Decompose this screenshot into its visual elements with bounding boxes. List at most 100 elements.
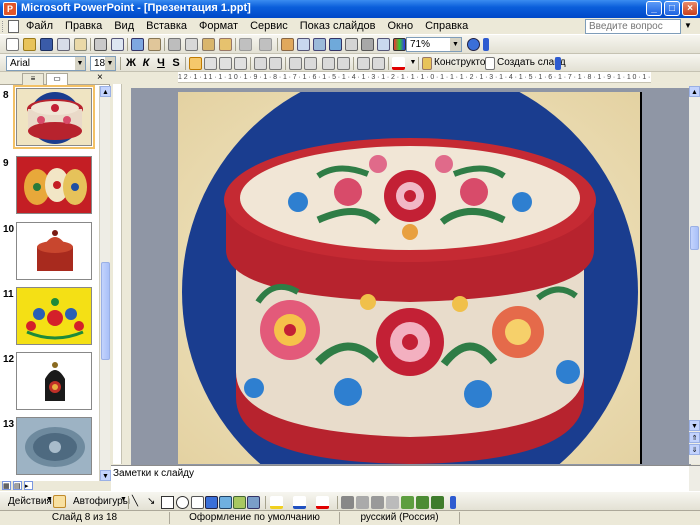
select-objects-icon[interactable] — [53, 495, 66, 508]
rectangle-icon[interactable] — [161, 496, 174, 509]
bullets-icon[interactable] — [269, 57, 282, 70]
superscript-icon[interactable] — [289, 57, 302, 70]
new-slide-icon[interactable] — [485, 57, 495, 70]
new-document-icon[interactable] — [6, 38, 19, 51]
menu-slideshow[interactable]: Показ слайдов — [300, 20, 376, 32]
help-icon[interactable] — [467, 38, 480, 51]
3d-settings-icon[interactable] — [416, 496, 429, 509]
scroll-up-icon[interactable]: ▲ — [100, 86, 111, 97]
bold-button[interactable]: Ж — [124, 56, 138, 70]
menu-format[interactable]: Формат — [199, 20, 238, 32]
slide-thumbnail-11[interactable] — [16, 287, 92, 345]
slide-thumbnail-8[interactable] — [13, 85, 95, 149]
notes-pane[interactable]: Заметки к слайду — [111, 465, 700, 492]
font-select[interactable]: Arial ▼ — [6, 56, 86, 71]
grid-icon[interactable] — [377, 38, 390, 51]
font-size-select[interactable]: 18 ▼ — [90, 56, 116, 71]
actions-dropdown-icon[interactable]: ▼ — [46, 496, 53, 503]
menu-insert[interactable]: Вставка — [146, 20, 187, 32]
document-icon[interactable] — [8, 20, 19, 33]
dash-style-icon[interactable] — [356, 496, 369, 509]
print-preview-icon[interactable] — [111, 38, 124, 51]
menu-tools[interactable]: Сервис — [250, 20, 288, 32]
slide-sorter-view-icon[interactable]: ▤ — [13, 481, 22, 490]
slide-thumbnail-13[interactable] — [16, 417, 92, 475]
color-grayscale-icon[interactable] — [393, 38, 406, 51]
slideshow-view-icon[interactable]: ▸ — [24, 481, 33, 490]
menu-window[interactable]: Окно — [388, 20, 414, 32]
designer-icon[interactable] — [422, 57, 432, 70]
justify-icon[interactable] — [234, 57, 247, 70]
undo-icon[interactable] — [239, 38, 252, 51]
permission-icon[interactable] — [57, 38, 70, 51]
decrease-indent-icon[interactable] — [357, 57, 370, 70]
clipart-icon[interactable] — [233, 496, 246, 509]
powerpoint-icon[interactable]: P — [3, 2, 17, 16]
styles-icon[interactable] — [431, 496, 444, 509]
insert-picture-icon[interactable] — [247, 496, 260, 509]
line-color-icon[interactable] — [293, 496, 306, 509]
align-center-icon[interactable] — [204, 57, 217, 70]
editor-scrollbar[interactable]: ▲ ▼ ⇑ ⇓ — [689, 86, 700, 464]
painted-box-image[interactable] — [178, 92, 642, 464]
next-slide-icon[interactable]: ⇓ — [689, 444, 700, 455]
text-box-icon[interactable] — [191, 496, 204, 509]
font-size-dropdown-icon[interactable]: ▼ — [105, 57, 115, 70]
shadow-style-icon[interactable] — [386, 496, 399, 509]
font-color-icon[interactable] — [392, 57, 405, 70]
cut-icon[interactable] — [168, 38, 181, 51]
menu-help[interactable]: Справка — [425, 20, 468, 32]
toolbar-options-icon[interactable] — [483, 38, 489, 51]
help-dropdown-icon[interactable]: ▼ — [684, 21, 692, 30]
tab-slides[interactable]: ▭ — [46, 73, 68, 85]
toolbar-options-icon[interactable] — [450, 496, 456, 509]
oval-icon[interactable] — [176, 496, 189, 509]
close-pane-icon[interactable]: × — [97, 72, 103, 83]
slides-pane-scrollbar[interactable]: ▲ ▼ — [99, 86, 111, 481]
format-painter-icon[interactable] — [219, 38, 232, 51]
shadow-button[interactable]: S — [169, 56, 183, 70]
menu-file[interactable]: Файл — [26, 20, 53, 32]
email-icon[interactable] — [74, 38, 87, 51]
tab-outline[interactable]: ≡ — [22, 73, 44, 85]
scroll-down-icon[interactable]: ▼ — [100, 470, 111, 481]
insert-table-icon[interactable] — [297, 38, 310, 51]
slide-thumbnail-10[interactable] — [16, 222, 92, 280]
align-right-icon[interactable] — [219, 57, 232, 70]
help-search-input[interactable] — [585, 19, 681, 34]
zoom-dropdown-icon[interactable]: ▼ — [450, 38, 461, 51]
tables-borders-icon[interactable] — [313, 38, 326, 51]
close-button[interactable]: × — [682, 1, 698, 16]
expand-all-icon[interactable] — [345, 38, 358, 51]
scroll-down-icon[interactable]: ▼ — [689, 420, 700, 431]
toolbar-options-icon[interactable] — [555, 57, 561, 70]
current-slide[interactable] — [178, 92, 642, 464]
font-dropdown-icon[interactable]: ▼ — [75, 57, 85, 70]
line-style-icon[interactable] — [341, 496, 354, 509]
diagram-icon[interactable] — [219, 496, 232, 509]
zoom-select[interactable]: 71% ▼ — [406, 37, 462, 52]
arrow-icon[interactable]: ↘ — [147, 496, 155, 507]
menu-view[interactable]: Вид — [114, 20, 134, 32]
line-icon[interactable]: ╲ — [132, 496, 138, 507]
scroll-thumb[interactable] — [101, 262, 110, 360]
previous-slide-icon[interactable]: ⇑ — [689, 432, 700, 443]
insert-hyperlink-icon[interactable] — [329, 38, 342, 51]
save-icon[interactable] — [40, 38, 53, 51]
show-formatting-icon[interactable] — [361, 38, 374, 51]
3d-style-icon[interactable] — [401, 496, 414, 509]
designer-button[interactable]: Конструктор — [434, 57, 491, 68]
spelling-icon[interactable] — [131, 38, 144, 51]
open-folder-icon[interactable] — [23, 38, 36, 51]
minimize-button[interactable]: _ — [646, 1, 662, 16]
notes-scrollbar[interactable] — [689, 466, 700, 492]
maximize-button[interactable]: □ — [664, 1, 680, 16]
subscript-icon[interactable] — [304, 57, 317, 70]
redo-icon[interactable] — [259, 38, 272, 51]
fill-color-icon[interactable] — [270, 496, 283, 509]
increase-font-icon[interactable] — [322, 57, 335, 70]
paste-icon[interactable] — [202, 38, 215, 51]
menu-edit[interactable]: Правка — [65, 20, 102, 32]
font-color-icon[interactable] — [316, 496, 329, 509]
normal-view-icon[interactable]: ▦ — [2, 481, 11, 490]
